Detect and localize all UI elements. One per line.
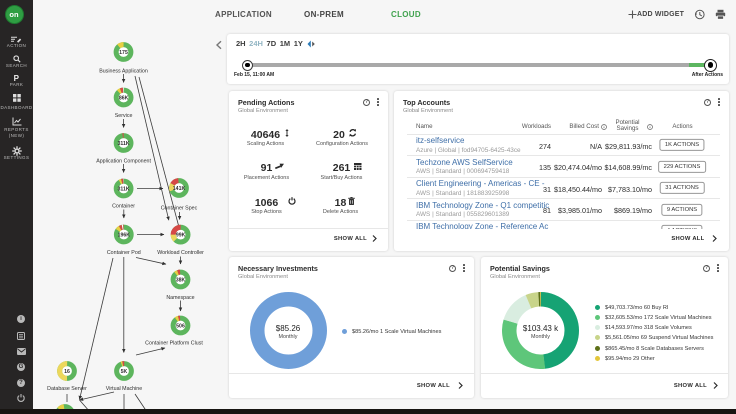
svg-text:141K: 141K <box>173 186 186 192</box>
svg-text:86K: 86K <box>119 96 129 102</box>
svg-text:506: 506 <box>176 324 185 330</box>
svg-text:311K: 311K <box>118 187 130 193</box>
svg-text:Container Platform Clust: Container Platform Clust <box>145 341 203 347</box>
svg-text:Workload Controller: Workload Controller <box>157 250 204 256</box>
svg-text:Container Spec: Container Spec <box>161 205 198 211</box>
svg-text:Namespace: Namespace <box>166 295 194 301</box>
svg-text:38K: 38K <box>176 278 186 284</box>
svg-text:5K: 5K <box>121 369 128 375</box>
svg-text:Virtual Machine: Virtual Machine <box>106 386 142 392</box>
svg-text:196K: 196K <box>118 233 131 239</box>
svg-text:Database Server: Database Server <box>47 386 87 392</box>
svg-text:99K: 99K <box>176 233 186 239</box>
svg-text:Container: Container <box>112 204 135 210</box>
svg-text:16: 16 <box>64 369 70 375</box>
svg-text:Service: Service <box>115 113 133 119</box>
svg-text:175: 175 <box>119 50 128 56</box>
svg-text:Business Application: Business Application <box>99 68 148 74</box>
svg-text:311K: 311K <box>118 141 130 147</box>
svg-text:Application Component: Application Component <box>96 159 151 165</box>
svg-text:Container Pod: Container Pod <box>107 250 141 256</box>
